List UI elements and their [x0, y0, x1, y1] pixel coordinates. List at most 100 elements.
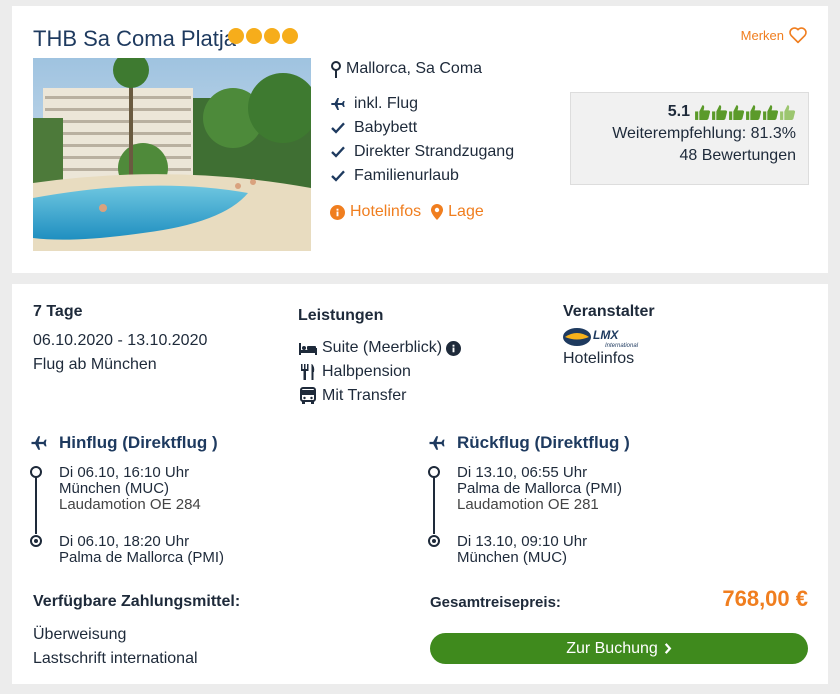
feature-item: Familienurlaub	[330, 164, 514, 188]
feature-label: Familienurlaub	[354, 167, 459, 184]
outbound-arr-time: Di 06.10, 18:20 Uhr	[59, 533, 190, 550]
outbound-arr-airport: Palma de Mallorca (PMI)	[59, 549, 225, 566]
return-heading: Rückflug (Direktflug )	[427, 433, 630, 453]
check-icon	[331, 122, 345, 134]
merken-label: Merken	[740, 27, 784, 43]
return-departure: Di 13.10, 06:55 Uhr Palma de Mallorca (P…	[457, 465, 622, 513]
payment-heading: Verfügbare Zahlungsmittel:	[33, 593, 241, 610]
return-timeline	[433, 474, 435, 534]
return-arr-time: Di 13.10, 09:10 Uhr	[457, 533, 588, 550]
booking-button-label: Zur Buchung	[566, 639, 658, 657]
location-text: Mallorca, Sa Coma	[346, 60, 483, 77]
operator-logo-text: LMX	[593, 328, 619, 342]
star-icon	[246, 28, 262, 44]
return-dep-time: Di 13.10, 06:55 Uhr	[457, 464, 588, 481]
arrival-dot	[428, 535, 440, 547]
lage-label: Lage	[448, 203, 484, 220]
service-label: Suite (Meerblick)	[322, 339, 443, 356]
star-icon	[228, 28, 244, 44]
outbound-heading-label: Hinflug (Direktflug )	[59, 433, 218, 452]
travel-dates: 06.10.2020 - 13.10.2020	[33, 332, 208, 349]
hotel-card: THB Sa Coma Platja Merken Mallorca, Sa C…	[12, 6, 828, 273]
outbound-dep-airport: München (MUC)	[59, 480, 170, 497]
services-heading: Leistungen	[298, 307, 384, 324]
info-icon	[330, 204, 345, 220]
return-arr-airport: München (MUC)	[457, 549, 568, 566]
return-heading-label: Rückflug (Direktflug )	[457, 433, 630, 452]
thumb-up-icon	[763, 104, 779, 120]
feature-label: Direkter Strandzugang	[354, 143, 515, 160]
services-list: Suite (Meerblick) Halbpension Mit Transf…	[298, 336, 462, 408]
hotelinfos-link[interactable]: Hotelinfos	[330, 203, 421, 221]
operator-heading: Veranstalter	[563, 303, 655, 320]
departure-dot	[428, 466, 440, 478]
outbound-dep-time: Di 06.10, 16:10 Uhr	[59, 464, 190, 481]
service-label: Halbpension	[322, 363, 411, 380]
feature-label: inkl. Flug	[354, 95, 419, 112]
heart-icon	[789, 27, 807, 44]
service-label: Mit Transfer	[322, 387, 407, 404]
return-arrival: Di 13.10, 09:10 Uhr München (MUC)	[457, 534, 587, 566]
feature-item: Direkter Strandzugang	[330, 140, 514, 164]
recommendation: Weiterempfehlung: 81.3%	[612, 125, 796, 142]
outbound-airline: Laudamotion OE 284	[59, 496, 201, 513]
outbound-timeline	[35, 474, 37, 534]
feature-item: inkl. Flug	[330, 92, 514, 116]
review-count: 48 Bewertungen	[679, 147, 796, 164]
star-icon	[282, 28, 298, 44]
outbound-departure: Di 06.10, 16:10 Uhr München (MUC) Laudam…	[59, 465, 201, 513]
check-icon	[331, 146, 345, 158]
map-marker-icon	[431, 204, 444, 220]
return-airline: Laudamotion OE 281	[457, 496, 599, 513]
rating-score-row: 5.1	[571, 103, 796, 121]
thumb-up-icon	[712, 104, 728, 120]
location: Mallorca, Sa Coma	[330, 60, 482, 78]
hotel-stars	[228, 28, 298, 44]
departure-city: Flug ab München	[33, 356, 157, 373]
duration: 7 Tage	[33, 303, 83, 320]
service-item: Halbpension	[298, 360, 461, 384]
arrival-dot	[30, 535, 42, 547]
rating-box[interactable]: 5.1 Weiterempfehlung: 81.3% 48 Bewertung…	[570, 92, 809, 185]
thumb-up-icon	[746, 104, 762, 120]
service-item: Mit Transfer	[298, 384, 461, 408]
chevron-right-icon	[664, 643, 672, 654]
bed-icon	[299, 343, 317, 355]
outbound-heading: Hinflug (Direktflug )	[29, 433, 218, 453]
hotel-image[interactable]	[33, 58, 311, 251]
bus-icon	[300, 387, 316, 404]
payment-method: Überweisung	[33, 626, 127, 643]
hotel-name[interactable]: THB Sa Coma Platja	[33, 26, 236, 52]
departure-dot	[30, 466, 42, 478]
feature-label: Babybett	[354, 119, 418, 136]
star-icon	[264, 28, 280, 44]
plane-icon	[429, 436, 445, 450]
operator-logo-sub: International	[605, 343, 639, 349]
check-icon	[331, 170, 345, 182]
payment-method: Lastschrift international	[33, 650, 198, 667]
thumb-up-icon	[695, 104, 711, 120]
plane-icon	[31, 436, 47, 450]
thumb-up-icon	[729, 104, 745, 120]
booking-button[interactable]: Zur Buchung	[430, 633, 808, 664]
return-dep-airport: Palma de Mallorca (PMI)	[457, 480, 623, 497]
map-pin-icon	[331, 60, 341, 78]
outbound-arrival: Di 06.10, 18:20 Uhr Palma de Mallorca (P…	[59, 534, 224, 566]
total-price: 768,00 €	[722, 586, 808, 611]
offer-card: 7 Tage 06.10.2020 - 13.10.2020 Flug ab M…	[12, 284, 828, 684]
hotelinfos-label: Hotelinfos	[350, 203, 422, 220]
feature-item: Babybett	[330, 116, 514, 140]
cutlery-icon	[301, 364, 315, 380]
rating-score: 5.1	[667, 103, 690, 120]
info-icon[interactable]	[446, 340, 462, 356]
plane-icon	[331, 98, 345, 110]
merken-button[interactable]: Merken	[741, 26, 808, 44]
total-label: Gesamtreisepreis:	[430, 594, 561, 611]
thumbs-rating	[694, 104, 796, 121]
feature-list: inkl. Flug Babybett Direkter Strandzugan…	[330, 92, 514, 188]
lage-link[interactable]: Lage	[431, 203, 484, 221]
service-item: Suite (Meerblick)	[298, 336, 462, 360]
thumb-up-half-icon	[780, 104, 796, 120]
hotel-links: Hotelinfos Lage	[330, 203, 484, 221]
operator-hotelinfos-link[interactable]: Hotelinfos	[563, 350, 634, 368]
